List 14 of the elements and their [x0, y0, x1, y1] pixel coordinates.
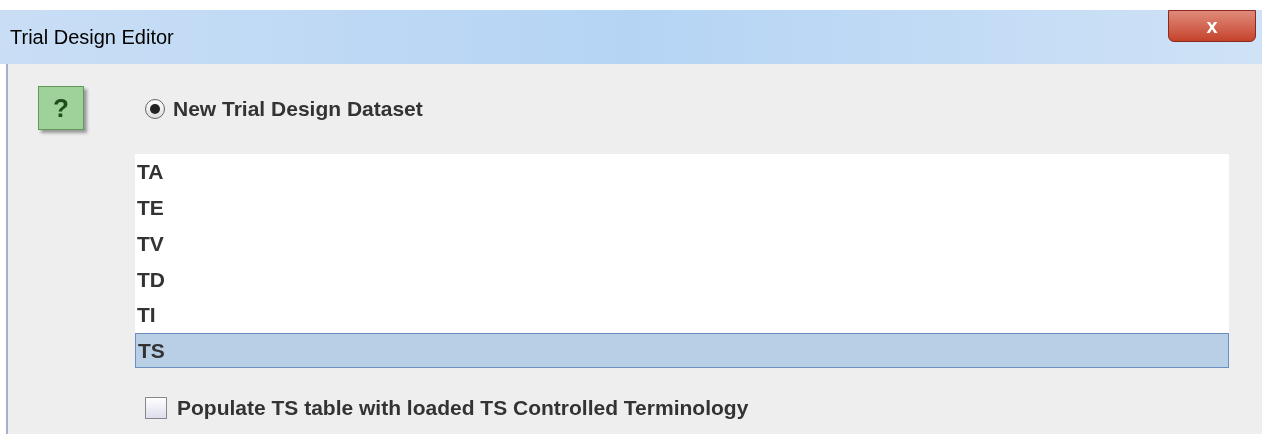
help-icon: ? — [38, 86, 84, 130]
list-item[interactable]: TA — [135, 154, 1229, 190]
list-item[interactable]: TV — [135, 225, 1229, 262]
list-item[interactable]: TD — [135, 261, 1229, 298]
list-item[interactable]: TS — [135, 333, 1229, 368]
window-title: Trial Design Editor — [10, 25, 174, 50]
checkbox-label: Populate TS table with loaded TS Controlled Terminology — [177, 395, 749, 421]
dataset-list[interactable]: TA TE TV TD TI TS — [135, 154, 1229, 368]
radio-button[interactable] — [145, 99, 165, 119]
list-item[interactable]: TE — [135, 189, 1229, 226]
option-label: New Trial Design Dataset — [173, 96, 423, 123]
checkbox[interactable] — [145, 396, 167, 419]
close-button[interactable]: x — [1168, 10, 1256, 42]
list-item[interactable]: TI — [135, 297, 1229, 334]
